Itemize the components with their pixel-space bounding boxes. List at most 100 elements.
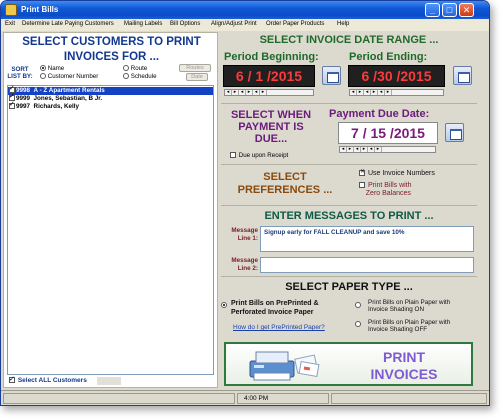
payment-heading: SELECT WHEN PAYMENT IS DUE... [221,109,321,145]
due-date-spinner[interactable]: ◂ ▸ ◂ ▸ ◂ ▸ [339,146,436,153]
calendar-icon[interactable] [453,66,472,85]
due-upon-receipt-label: Due upon Receipt [238,152,289,159]
checkbox[interactable] [9,101,15,110]
menu-mailing-labels[interactable]: Mailing Labels [124,21,162,27]
preprinted-paper-help-link[interactable]: How do I get PrePrinted Paper? [233,324,325,331]
print-label-line2: INVOICES [370,366,438,382]
menu-align-print[interactable]: Align/Adjust Print [211,21,257,27]
customer-name: A - Z Apartment Rentals [33,87,105,94]
radio-icon [40,65,46,72]
due-upon-receipt[interactable]: Due upon Receipt [229,152,288,159]
maximize-button[interactable]: □ [442,3,457,17]
list-item[interactable]: 9997 Richards, Kelly [8,101,213,111]
list-item[interactable]: 9999 Jones, Sebastian, B Jr. [8,93,213,103]
payment-heading-line2: PAYMENT IS [238,121,304,133]
shading-on-line1: Print Bills on Plain Paper with [368,299,451,306]
customer-pane: SELECT CUSTOMERS TO PRINT INVOICES FOR .… [3,32,218,388]
routes-button[interactable]: Routes [179,64,211,72]
app-icon [5,4,17,16]
calendar-icon[interactable] [322,66,341,85]
use-invoice-numbers[interactable]: ✕ Use Invoice Numbers [358,169,435,177]
period-end-date[interactable]: 6 /30 /2015 [348,65,445,87]
message-line1-input[interactable]: Signup early for FALL CLEANUP and save 1… [260,226,474,252]
list-item[interactable]: 9998 A - Z Apartment Rentals [8,85,213,95]
preferences-heading-line2: PREFERENCES ... [237,184,333,196]
end-date-spinner[interactable]: ◂ ▸ ◂ ▸ ◂ ▸ [349,89,444,96]
radio-icon [123,65,129,72]
messages-section: ENTER MESSAGES TO PRINT ... Message Line … [221,207,477,277]
radio-icon [355,320,361,327]
print-invoices-label: PRINT INVOICES [336,349,472,383]
paper-option-shading-on[interactable] [355,300,361,309]
sort-option-customer-number[interactable]: Customer Number [40,73,98,80]
minimize-button[interactable]: _ [425,3,440,17]
paper-option-preprinted[interactable] [221,300,227,309]
sort-option-route-label: Route [130,65,148,72]
menu-help[interactable]: Help [337,21,349,27]
radio-icon [355,301,361,308]
use-invoice-numbers-label: Use Invoice Numbers [367,170,435,177]
begin-date-spinner[interactable]: ◂ ▸ ◂ ▸ ◂ ▸ [224,89,314,96]
print-zero-label-2: Zero Balances [365,190,411,197]
select-all-customers[interactable]: Select ALL Customers [8,375,87,384]
customer-section-title: SELECT CUSTOMERS TO PRINT INVOICES FOR .… [4,35,219,65]
date-range-section: SELECT INVOICE DATE RANGE ... Period Beg… [221,32,477,104]
customer-number: 9998 [16,87,31,94]
radio-icon [40,73,46,80]
window-title: Print Bills [21,5,59,14]
sort-option-schedule-label: Schedule [130,73,157,80]
calendar-icon[interactable] [445,123,464,142]
sort-option-route[interactable]: Route [123,65,147,72]
menu-bill-options[interactable]: Bill Options [170,21,200,27]
payment-due-label: Payment Due Date: [329,108,430,120]
preferences-heading-line1: SELECT [263,171,307,183]
preprinted-line1: Print Bills on PrePrinted & [231,300,319,307]
checkbox[interactable]: ✕ [359,169,365,177]
customer-title-line2: INVOICES FOR ... [63,51,160,63]
checkbox[interactable] [230,152,236,159]
customer-number: 9997 [16,103,31,110]
customer-name: Jones, Sebastian, B Jr. [33,95,103,102]
period-end-label: Period Ending: [349,51,428,63]
paper-section: SELECT PAPER TYPE ... Print Bills on Pre… [221,278,477,340]
menu-bar: Exit Determine Late Paying Customers Mai… [1,19,489,31]
customer-name: Richards, Kelly [33,103,80,110]
payment-heading-line1: SELECT WHEN [230,109,312,121]
radio-icon [123,73,129,80]
print-invoices-button[interactable]: PRINT INVOICES [224,342,473,386]
message-line1-label-a: Message [231,227,258,234]
paper-option-shading-off[interactable] [355,319,361,328]
checkbox[interactable] [9,375,15,384]
menu-exit[interactable]: Exit [5,21,15,27]
message-line2-label-a: Message [231,257,258,264]
shading-off-line1: Print Bills on Plain Paper with [368,319,451,326]
shading-off-line2: Invoice Shading OFF [368,326,428,333]
payment-heading-line3: DUE... [254,133,288,145]
shading-on-label: Print Bills on Plain Paper with Invoice … [368,299,450,313]
menu-late-paying[interactable]: Determine Late Paying Customers [22,21,114,27]
date-button[interactable]: Date [186,73,208,81]
customer-list[interactable]: 9998 A - Z Apartment Rentals 9999 Jones,… [7,85,214,375]
message-line1-label: Message Line 1: [221,227,258,243]
printer-icon [249,351,320,381]
menu-order-paper[interactable]: Order Paper Products [266,21,324,27]
print-zero-label-1: Print Bills with [367,182,412,189]
message-line2-label-b: Line 2: [237,265,258,272]
message-line2-input[interactable] [260,257,474,273]
sort-list-label: SORT LIST BY: [7,66,33,80]
preprinted-line2: Perforated Invoice Paper [231,309,314,316]
select-all-label: Select ALL Customers [17,377,87,384]
payment-due-date[interactable]: 7 / 15 /2015 [338,122,438,144]
shading-off-label: Print Bills on Plain Paper with Invoice … [368,319,450,333]
message-line1-label-b: Line 1: [237,235,258,242]
sort-option-schedule[interactable]: Schedule [123,73,157,80]
status-cell-left [3,393,235,404]
period-begin-date[interactable]: 6 / 1 /2015 [223,65,315,87]
print-zero-balances[interactable]: Print Bills with Zero Balances [358,182,412,198]
select-all-spacer [97,377,121,385]
close-button[interactable]: ✕ [459,3,474,17]
radio-icon [221,301,227,308]
customer-title-line1: SELECT CUSTOMERS TO PRINT [22,36,201,48]
checkbox[interactable] [359,182,365,189]
sort-option-name[interactable]: Name [40,65,64,72]
